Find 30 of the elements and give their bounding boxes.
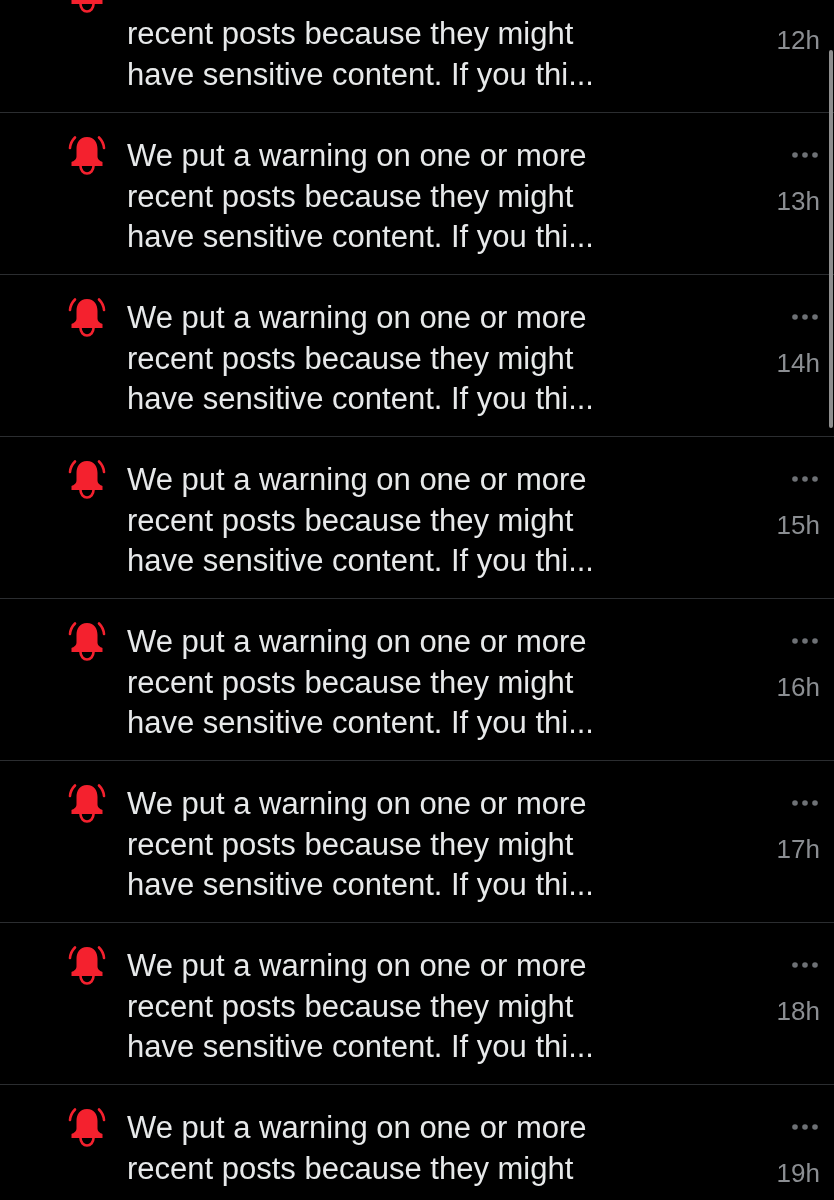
more-options-icon[interactable] — [792, 152, 818, 158]
notification-text: recent posts because they might have sensitive content. If you thi... — [127, 15, 595, 94]
more-options-icon[interactable] — [792, 638, 818, 644]
timestamp: 15h — [776, 510, 820, 540]
notification-text: We put a warning on one or more recent posts because they might have sensitive content. If you thi... — [127, 299, 595, 418]
more-options-icon[interactable] — [792, 1124, 818, 1130]
more-options-icon[interactable] — [792, 962, 818, 968]
timestamp: 12h — [776, 25, 820, 55]
bell-icon — [66, 1107, 108, 1148]
notification-text: We put a warning on one or more recent posts because they might have sensitive content. If you thi... — [127, 461, 595, 580]
bell-icon — [66, 459, 108, 500]
timestamp: 19h — [776, 1158, 820, 1188]
timestamp: 13h — [776, 186, 820, 216]
more-options-icon[interactable] — [792, 800, 818, 806]
timestamp: 18h — [776, 996, 820, 1026]
bell-icon — [66, 945, 108, 986]
timestamp: 14h — [776, 348, 820, 378]
notification-text: We put a warning on one or more recent posts because they might have sensitive content. If you thi... — [127, 137, 595, 256]
notification-text: We put a warning on one or more recent posts because they might have sensitive content. If you thi... — [127, 623, 595, 742]
more-options-icon[interactable] — [792, 314, 818, 320]
timestamp: 17h — [776, 834, 820, 864]
notification-text: We put a warning on one or more recent posts because they might — [127, 1109, 588, 1188]
notification-text: We put a warning on one or more recent posts because they might have sensitive content. If you thi... — [127, 785, 595, 904]
bell-icon — [66, 135, 108, 176]
timestamp: 16h — [776, 672, 820, 702]
notification-text: We put a warning on one or more recent posts because they might have sensitive content. If you thi... — [127, 947, 595, 1066]
more-options-icon[interactable] — [792, 476, 818, 482]
bell-icon — [66, 783, 108, 824]
bell-icon — [66, 297, 108, 338]
bell-icon — [66, 621, 108, 662]
